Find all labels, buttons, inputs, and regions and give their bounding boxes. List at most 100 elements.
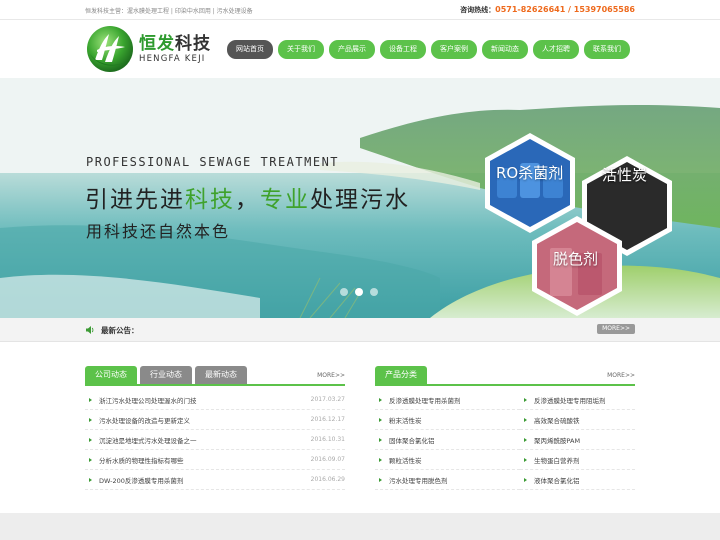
news-date: 2016.10.31 bbox=[310, 436, 345, 443]
product-item[interactable]: 液体聚合氯化铝 bbox=[520, 470, 635, 490]
nav-item-7[interactable]: 联系我们 bbox=[584, 39, 630, 59]
hex-label-decolorant: 脱色剂 bbox=[553, 250, 599, 268]
news-title[interactable]: 浙江污水处理公司处理渥水的门技 bbox=[99, 395, 197, 405]
bullet-arrow-icon bbox=[89, 457, 92, 462]
product-name[interactable]: 污水处理专用脱色剂 bbox=[389, 475, 448, 485]
bullet-arrow-icon bbox=[89, 397, 92, 402]
news-more-link[interactable]: MORE>> bbox=[317, 372, 345, 379]
news-item[interactable]: DW-200反渗透膜专用杀菌剂 2016.06.29 bbox=[85, 470, 345, 490]
nav-item-0[interactable]: 网站首页 bbox=[227, 39, 273, 59]
footer-strip bbox=[0, 513, 720, 540]
news-item[interactable]: 浙江污水处理公司处理渥水的门技 2017.03.27 bbox=[85, 390, 345, 410]
news-tab-0[interactable]: 公司动态 bbox=[85, 366, 137, 384]
news-panel: 公司动态 行业动态 最新动态 MORE>> 浙江污水处理公司处理渥水的门技 2017.0… bbox=[85, 366, 345, 490]
nav-item-5[interactable]: 新闻动态 bbox=[482, 39, 528, 59]
bullet-arrow-icon bbox=[379, 417, 382, 422]
headline-highlight-2: 专业 bbox=[260, 187, 310, 213]
hero-banner: PROFESSIONAL SEWAGE TREATMENT 引进先进科技，专业处… bbox=[0, 78, 720, 318]
nav-item-1[interactable]: 关于我们 bbox=[278, 39, 324, 59]
headline-comma: ， bbox=[235, 187, 260, 213]
speaker-icon bbox=[86, 326, 94, 334]
logo-english-name: HENGFA KEJI bbox=[139, 53, 206, 64]
headline-part-2: 处理污水 bbox=[310, 187, 410, 213]
notice-more-button[interactable]: MORE>> bbox=[597, 324, 635, 334]
nav-item-2[interactable]: 产品展示 bbox=[329, 39, 375, 59]
hotline: 咨询热线：0571-82626641 / 15397065586 bbox=[460, 5, 635, 15]
product-item[interactable]: 生物蛋白营养剂 bbox=[520, 450, 635, 470]
slider-dot[interactable] bbox=[355, 288, 363, 296]
bullet-arrow-icon bbox=[524, 417, 527, 422]
main-nav: 网站首页 关于我们 产品展示 设备工程 客户案例 新闻动态 人才招聘 联系我们 bbox=[227, 39, 630, 59]
logo-cn-main: 恒发 bbox=[139, 33, 175, 54]
logo-cn-accent: 科技 bbox=[175, 33, 211, 54]
product-name[interactable]: 高效聚合硫酸铁 bbox=[534, 415, 580, 425]
products-panel: 产品分类 MORE>> 反渗透膜处理专用杀菌剂 反渗透膜处理专用阻垢剂粉末活性炭 高… bbox=[375, 366, 635, 490]
product-tabs: 产品分类 MORE>> bbox=[375, 366, 635, 386]
bullet-arrow-icon bbox=[524, 457, 527, 462]
products-more-link[interactable]: MORE>> bbox=[607, 372, 635, 379]
bullet-arrow-icon bbox=[524, 397, 527, 402]
news-tab-1[interactable]: 行业动态 bbox=[140, 366, 192, 384]
product-name[interactable]: 粉末活性炭 bbox=[389, 415, 422, 425]
news-date: 2016.09.07 bbox=[310, 456, 345, 463]
news-item[interactable]: 分析水质的物理性指标有哪些 2016.09.07 bbox=[85, 450, 345, 470]
news-list: 浙江污水处理公司处理渥水的门技 2017.03.27 污水处理设备的改造与更新定义 2… bbox=[85, 390, 345, 490]
banner-subtitle: 用科技还自然本色 bbox=[86, 222, 231, 241]
tab-product-category[interactable]: 产品分类 bbox=[375, 366, 427, 384]
product-item[interactable]: 高效聚合硫酸铁 bbox=[520, 410, 635, 430]
slider-dot[interactable] bbox=[370, 288, 378, 296]
content-area: 公司动态 行业动态 最新动态 MORE>> 浙江污水处理公司处理渥水的门技 2017.0… bbox=[0, 342, 720, 513]
nav-item-6[interactable]: 人才招聘 bbox=[533, 39, 579, 59]
news-title[interactable]: 分析水质的物理性指标有哪些 bbox=[99, 455, 184, 465]
news-title[interactable]: DW-200反渗透膜专用杀菌剂 bbox=[99, 475, 183, 485]
product-name[interactable]: 颗粒活性炭 bbox=[389, 455, 422, 465]
news-item[interactable]: 沉淀池是地埋式污水处理设备之一 2016.10.31 bbox=[85, 430, 345, 450]
product-name[interactable]: 液体聚合氯化铝 bbox=[534, 475, 580, 485]
banner-headline: 引进先进科技，专业处理污水 bbox=[85, 180, 410, 214]
bullet-arrow-icon bbox=[89, 477, 92, 482]
news-date: 2016.12.17 bbox=[310, 416, 345, 423]
slider-dot[interactable] bbox=[340, 288, 348, 296]
hotline-numbers: 0571-82626641 / 15397065586 bbox=[495, 5, 635, 14]
bullet-arrow-icon bbox=[379, 397, 382, 402]
product-item[interactable]: 固体聚合氯化铝 bbox=[375, 430, 520, 450]
product-item[interactable]: 反渗透膜处理专用阻垢剂 bbox=[520, 390, 635, 410]
news-item[interactable]: 污水处理设备的改造与更新定义 2016.12.17 bbox=[85, 410, 345, 430]
bullet-arrow-icon bbox=[89, 417, 92, 422]
product-list: 反渗透膜处理专用杀菌剂 反渗透膜处理专用阻垢剂粉末活性炭 高效聚合硫酸铁固体聚合氯化… bbox=[375, 390, 635, 490]
banner-english-title: PROFESSIONAL SEWAGE TREATMENT bbox=[86, 155, 340, 169]
logo-chinese-name: 恒发科技 bbox=[139, 33, 211, 54]
product-name[interactable]: 聚丙烯酰胺PAM bbox=[534, 435, 580, 445]
product-item[interactable]: 粉末活性炭 bbox=[375, 410, 520, 430]
hex-label-ro: RO杀菌剂 bbox=[496, 164, 564, 182]
product-item[interactable]: 聚丙烯酰胺PAM bbox=[520, 430, 635, 450]
logo-hf-emblem-icon bbox=[85, 24, 135, 74]
hex-label-carbon: 活性炭 bbox=[602, 166, 648, 184]
product-item[interactable]: 颗粒活性炭 bbox=[375, 450, 520, 470]
product-item[interactable]: 污水处理专用脱色剂 bbox=[375, 470, 520, 490]
news-date: 2017.03.27 bbox=[310, 396, 345, 403]
hotline-label: 咨询热线： bbox=[460, 6, 496, 14]
site-logo[interactable]: 恒发科技 HENGFA KEJI bbox=[85, 24, 227, 74]
product-name[interactable]: 反渗透膜处理专用杀菌剂 bbox=[389, 395, 461, 405]
slider-dots bbox=[340, 288, 378, 296]
notice-bar: 最新公告： MORE>> bbox=[0, 318, 720, 342]
headline-part-1: 引进先进 bbox=[85, 187, 185, 213]
product-name[interactable]: 反渗透膜处理专用阻垢剂 bbox=[534, 395, 606, 405]
bullet-arrow-icon bbox=[379, 437, 382, 442]
product-item[interactable]: 反渗透膜处理专用杀菌剂 bbox=[375, 390, 520, 410]
product-name[interactable]: 生物蛋白营养剂 bbox=[534, 455, 580, 465]
nav-item-4[interactable]: 客户案例 bbox=[431, 39, 477, 59]
tagline: 恒发科技主营：渥水膜处理工程 | 印染中水回用 | 污水处理设备 bbox=[85, 7, 253, 15]
news-title[interactable]: 沉淀池是地埋式污水处理设备之一 bbox=[99, 435, 197, 445]
headline-highlight-1: 科技 bbox=[185, 187, 235, 213]
notice-label: 最新公告： bbox=[101, 325, 139, 335]
news-title[interactable]: 污水处理设备的改造与更新定义 bbox=[99, 415, 190, 425]
bullet-arrow-icon bbox=[379, 457, 382, 462]
news-tabs: 公司动态 行业动态 最新动态 MORE>> bbox=[85, 366, 345, 386]
product-name[interactable]: 固体聚合氯化铝 bbox=[389, 435, 435, 445]
news-tab-2[interactable]: 最新动态 bbox=[195, 366, 247, 384]
nav-item-3[interactable]: 设备工程 bbox=[380, 39, 426, 59]
site-header: 恒发科技 HENGFA KEJI 网站首页 关于我们 产品展示 设备工程 客户案例 新闻动… bbox=[0, 20, 720, 78]
bullet-arrow-icon bbox=[89, 437, 92, 442]
